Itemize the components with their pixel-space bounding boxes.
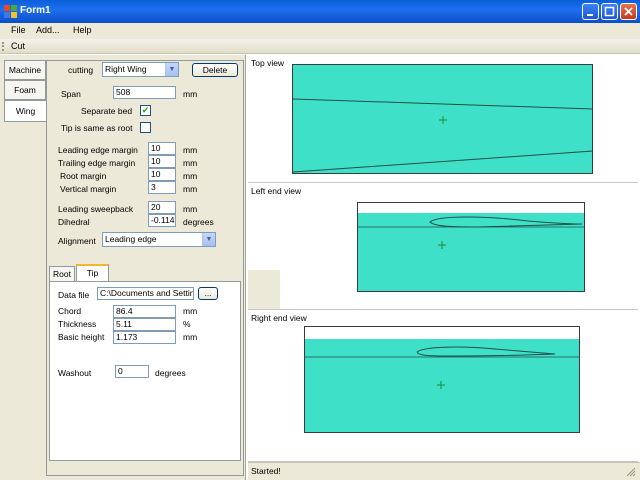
menu-file[interactable]: File xyxy=(11,25,26,35)
washout-label: Washout xyxy=(58,368,92,378)
trailing-edge-margin-unit: mm xyxy=(183,158,198,168)
status-bar: Started! xyxy=(248,462,640,480)
wing-planform-outline xyxy=(293,98,594,173)
toolbar-grip[interactable] xyxy=(2,42,6,51)
root-margin-label: Root margin xyxy=(60,171,107,181)
datafile-field[interactable]: C:\Documents and Settin xyxy=(97,287,194,300)
browse-button[interactable]: ... xyxy=(198,287,218,300)
leading-edge-margin-label: Leading edge margin xyxy=(58,145,138,155)
menu-add[interactable]: Add... xyxy=(36,25,60,35)
tab-root[interactable]: Root xyxy=(49,266,75,282)
trailing-edge-margin-field[interactable]: 10 xyxy=(148,155,176,168)
tab-foam[interactable]: Foam xyxy=(4,80,46,100)
chord-unit: mm xyxy=(183,306,198,316)
dihedral-label: Dihedral xyxy=(58,217,90,227)
basic-height-label: Basic height xyxy=(58,332,105,342)
leading-edge-margin-field[interactable]: 10 xyxy=(148,142,176,155)
app-icon xyxy=(4,5,17,18)
tab-machine[interactable]: Machine xyxy=(4,60,46,80)
maximize-button[interactable] xyxy=(601,3,618,20)
cutting-select[interactable]: Right Wing ▼ xyxy=(102,62,179,77)
airfoil-root-outline xyxy=(358,216,585,249)
top-view-plot[interactable] xyxy=(292,64,594,174)
separate-bed-checkbox[interactable]: ✔ xyxy=(140,105,151,116)
left-end-view: Left end view xyxy=(248,183,638,310)
window-title: Form1 xyxy=(20,5,51,16)
vertical-margin-label: Vertical margin xyxy=(60,184,117,194)
cutting-value: Right Wing xyxy=(105,64,147,74)
minimize-button[interactable] xyxy=(582,3,599,20)
right-end-view-plot[interactable] xyxy=(304,326,580,433)
chord-field[interactable]: 86.4 xyxy=(113,305,176,318)
minimize-icon xyxy=(587,14,593,16)
trailing-edge-margin-label: Trailing edge margin xyxy=(58,158,136,168)
tab-wing[interactable]: Wing xyxy=(4,100,46,122)
washout-unit: degrees xyxy=(155,368,186,378)
washout-field[interactable]: 0 xyxy=(115,365,149,378)
root-margin-field[interactable]: 10 xyxy=(148,168,176,181)
span-label: Span xyxy=(61,89,81,99)
thickness-label: Thickness xyxy=(58,319,97,329)
dihedral-unit: degrees xyxy=(183,217,214,227)
resize-grip-icon[interactable] xyxy=(626,467,636,477)
cutting-label: cutting xyxy=(68,65,94,75)
right-end-view-label: Right end view xyxy=(251,313,307,323)
leading-edge-margin-unit: mm xyxy=(183,145,198,155)
vertical-margin-field[interactable]: 3 xyxy=(148,181,176,194)
span-unit: mm xyxy=(183,89,198,99)
right-end-view: Right end view xyxy=(248,310,638,462)
tip-same-checkbox[interactable] xyxy=(140,122,151,133)
sweepback-label: Leading sweepback xyxy=(58,204,134,214)
maximize-icon xyxy=(604,6,615,17)
thickness-field[interactable]: 5.11 xyxy=(113,318,176,331)
close-icon xyxy=(624,7,633,16)
thickness-unit: % xyxy=(183,319,191,329)
alignment-value: Leading edge xyxy=(105,234,157,244)
left-end-view-label: Left end view xyxy=(251,186,302,196)
toolbar: Cut xyxy=(0,39,640,54)
alignment-label: Alignment xyxy=(58,236,96,246)
sweepback-unit: mm xyxy=(183,204,198,214)
alignment-select[interactable]: Leading edge ▼ xyxy=(102,232,216,247)
status-text: Started! xyxy=(251,466,281,476)
chevron-down-icon: ▼ xyxy=(202,233,215,246)
dihedral-field[interactable]: -0.114 xyxy=(148,214,176,227)
close-button[interactable] xyxy=(620,3,637,20)
root-margin-unit: mm xyxy=(183,171,198,181)
title-bar: Form1 xyxy=(0,0,640,23)
separate-bed-label: Separate bed xyxy=(81,106,133,116)
cut-button[interactable]: Cut xyxy=(11,41,25,51)
left-end-view-plot[interactable] xyxy=(357,202,585,292)
basic-height-unit: mm xyxy=(183,332,198,342)
sweepback-field[interactable]: 20 xyxy=(148,201,176,214)
chord-label: Chord xyxy=(58,306,82,316)
basic-height-field[interactable]: 1.173 xyxy=(113,331,176,344)
check-icon: ✔ xyxy=(141,105,150,115)
airfoil-tip-outline xyxy=(305,346,580,389)
datafile-label: Data file xyxy=(58,290,90,300)
delete-button[interactable]: Delete xyxy=(192,63,238,77)
menu-bar: File Add... Help xyxy=(0,23,640,39)
top-view-label: Top view xyxy=(251,58,285,68)
menu-help[interactable]: Help xyxy=(73,25,92,35)
chevron-down-icon: ▼ xyxy=(165,63,178,76)
tip-same-label: Tip is same as root xyxy=(61,123,133,133)
tab-tip[interactable]: Tip xyxy=(76,264,109,282)
top-view: Top view xyxy=(248,55,638,183)
span-field[interactable]: 508 xyxy=(113,86,176,99)
vertical-margin-unit: mm xyxy=(183,184,198,194)
